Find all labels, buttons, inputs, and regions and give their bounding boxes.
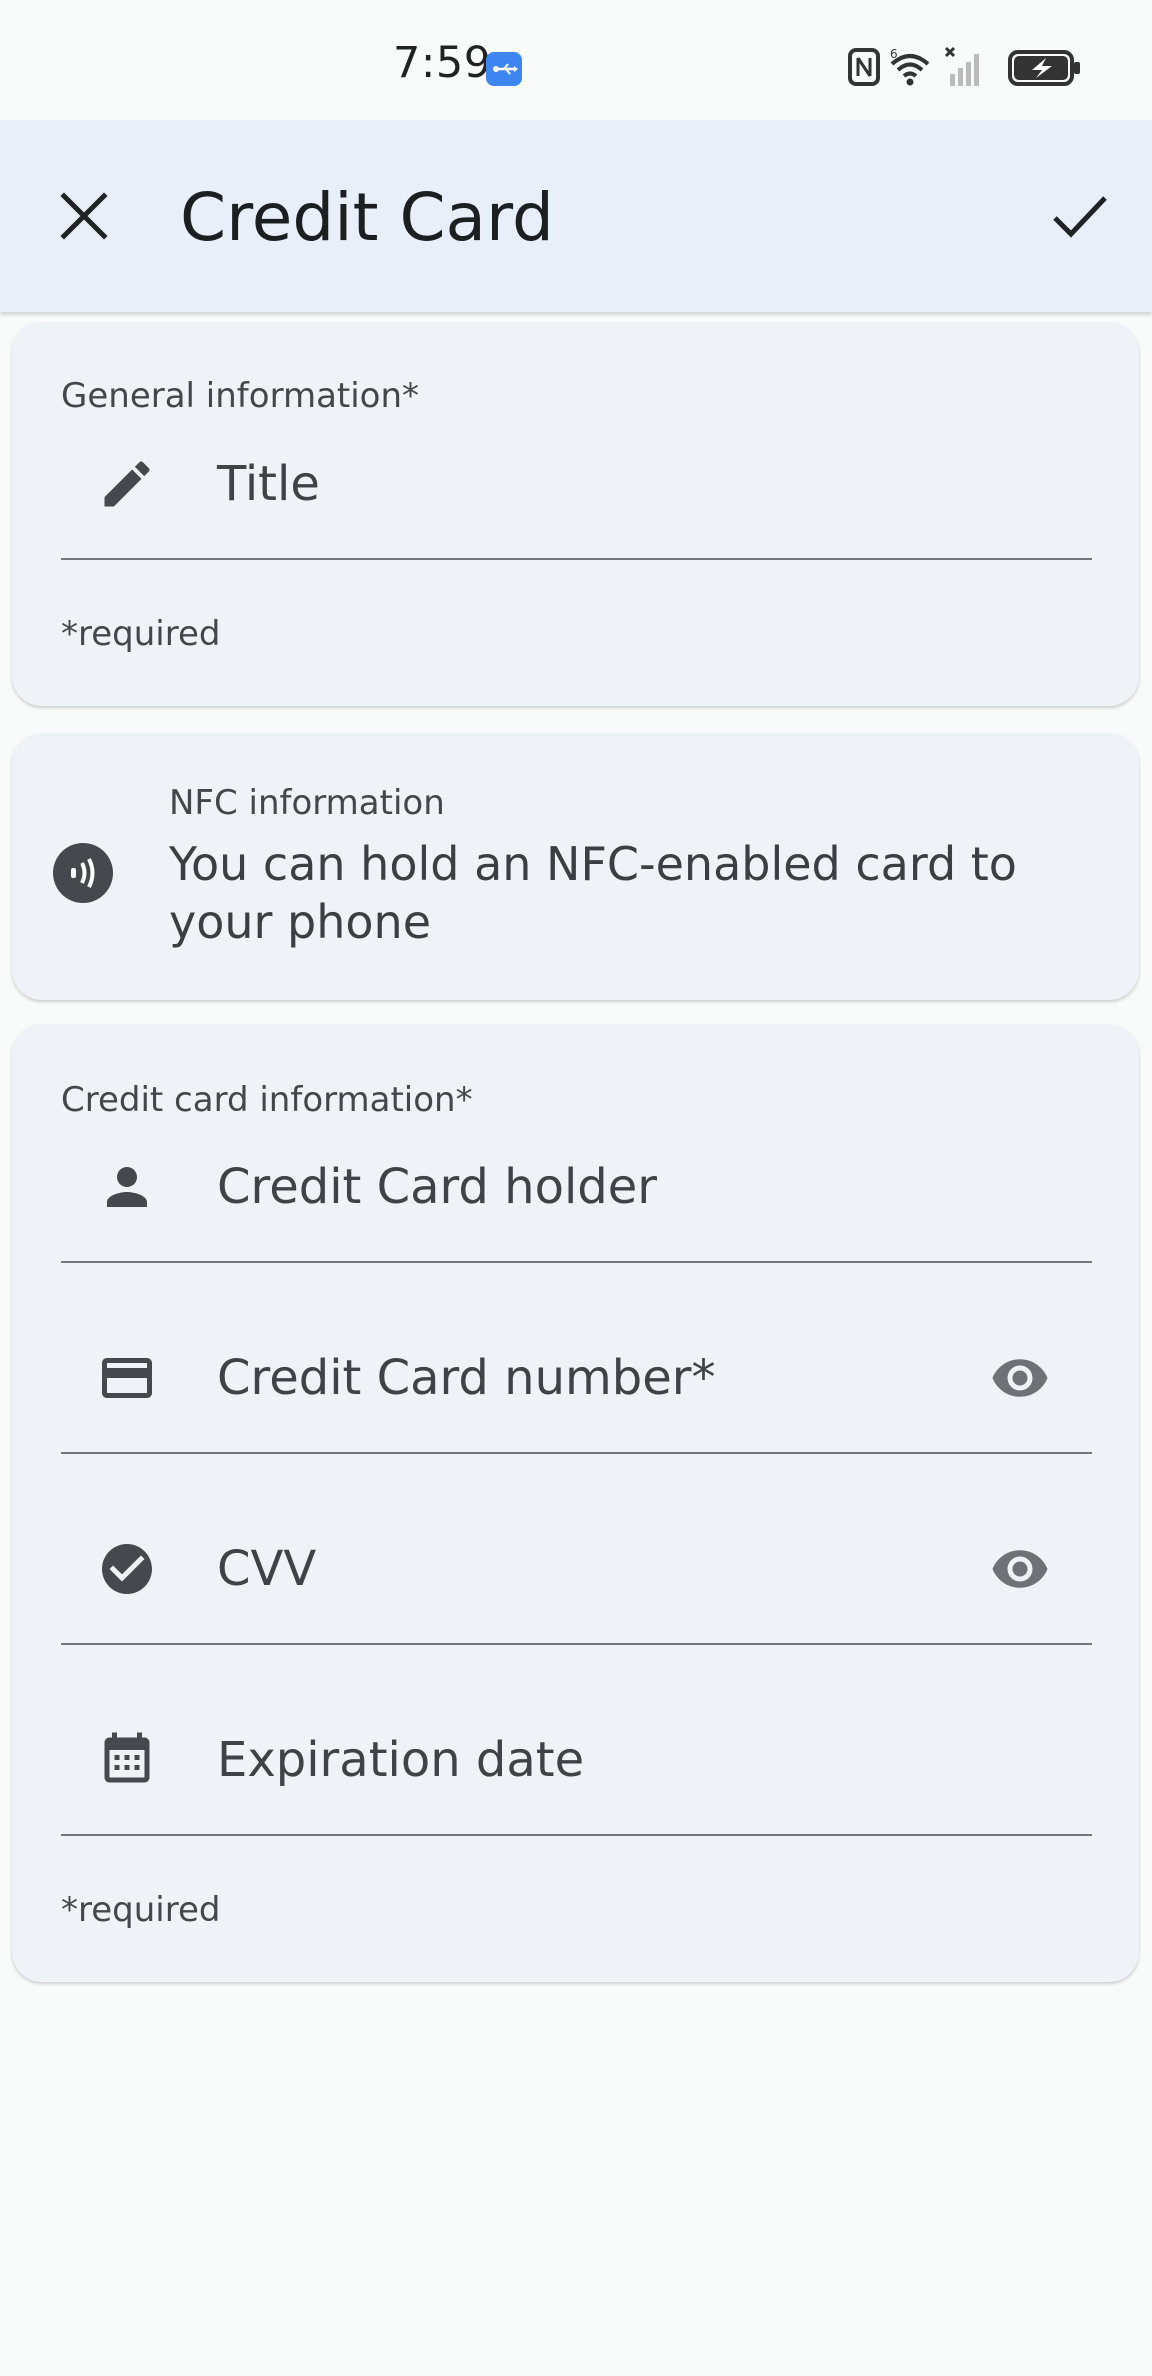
check-icon — [1053, 196, 1107, 238]
section-label-nfc: NFC information — [169, 783, 445, 823]
nfc-status-icon — [848, 48, 880, 86]
title-field[interactable]: Title — [61, 410, 1092, 560]
pencil-icon — [97, 454, 157, 514]
close-button[interactable] — [36, 168, 132, 264]
calendar-icon — [97, 1730, 157, 1790]
credit-card-holder-label: Credit Card holder — [217, 1159, 658, 1215]
credit-card-number-label: Credit Card number* — [217, 1350, 716, 1406]
credit-card-number-field[interactable]: Credit Card number* — [61, 1304, 1092, 1454]
app-bar: Credit Card — [0, 120, 1152, 312]
status-time: 7:59 — [393, 38, 492, 88]
cvv-label: CVV — [217, 1541, 317, 1597]
svg-text:6: 6 — [890, 47, 898, 61]
credit-card-icon — [97, 1348, 157, 1408]
wifi-icon: 6 — [890, 47, 930, 86]
cvv-field[interactable]: CVV — [61, 1495, 1092, 1645]
eye-icon[interactable] — [985, 1348, 1055, 1408]
person-icon — [97, 1157, 157, 1217]
title-field-label: Title — [217, 456, 320, 512]
general-information-card: General information* Title *required — [12, 322, 1139, 706]
credit-card-holder-field[interactable]: Credit Card holder — [61, 1113, 1092, 1263]
credit-card-information-card: Credit card information* Credit Card hol… — [12, 1024, 1139, 1982]
usb-notification-icon — [486, 52, 522, 86]
status-icons: 6 — [846, 44, 1086, 90]
signal-icon — [944, 46, 979, 86]
page-title: Credit Card — [180, 179, 554, 256]
required-note: *required — [61, 614, 221, 654]
close-icon — [60, 192, 108, 240]
eye-icon[interactable] — [985, 1539, 1055, 1599]
check-circle-icon — [97, 1539, 157, 1599]
expiration-date-field[interactable]: Expiration date — [61, 1686, 1092, 1836]
expiration-date-label: Expiration date — [217, 1732, 585, 1788]
battery-icon — [1008, 50, 1080, 86]
status-bar: 7:59 6 — [0, 0, 1152, 120]
required-note: *required — [61, 1890, 221, 1930]
nfc-icon — [53, 843, 113, 903]
save-button[interactable] — [1032, 168, 1128, 264]
nfc-message: You can hold an NFC-enabled card to your… — [169, 837, 1017, 949]
nfc-information-card: NFC information You can hold an NFC-enab… — [12, 733, 1139, 1000]
